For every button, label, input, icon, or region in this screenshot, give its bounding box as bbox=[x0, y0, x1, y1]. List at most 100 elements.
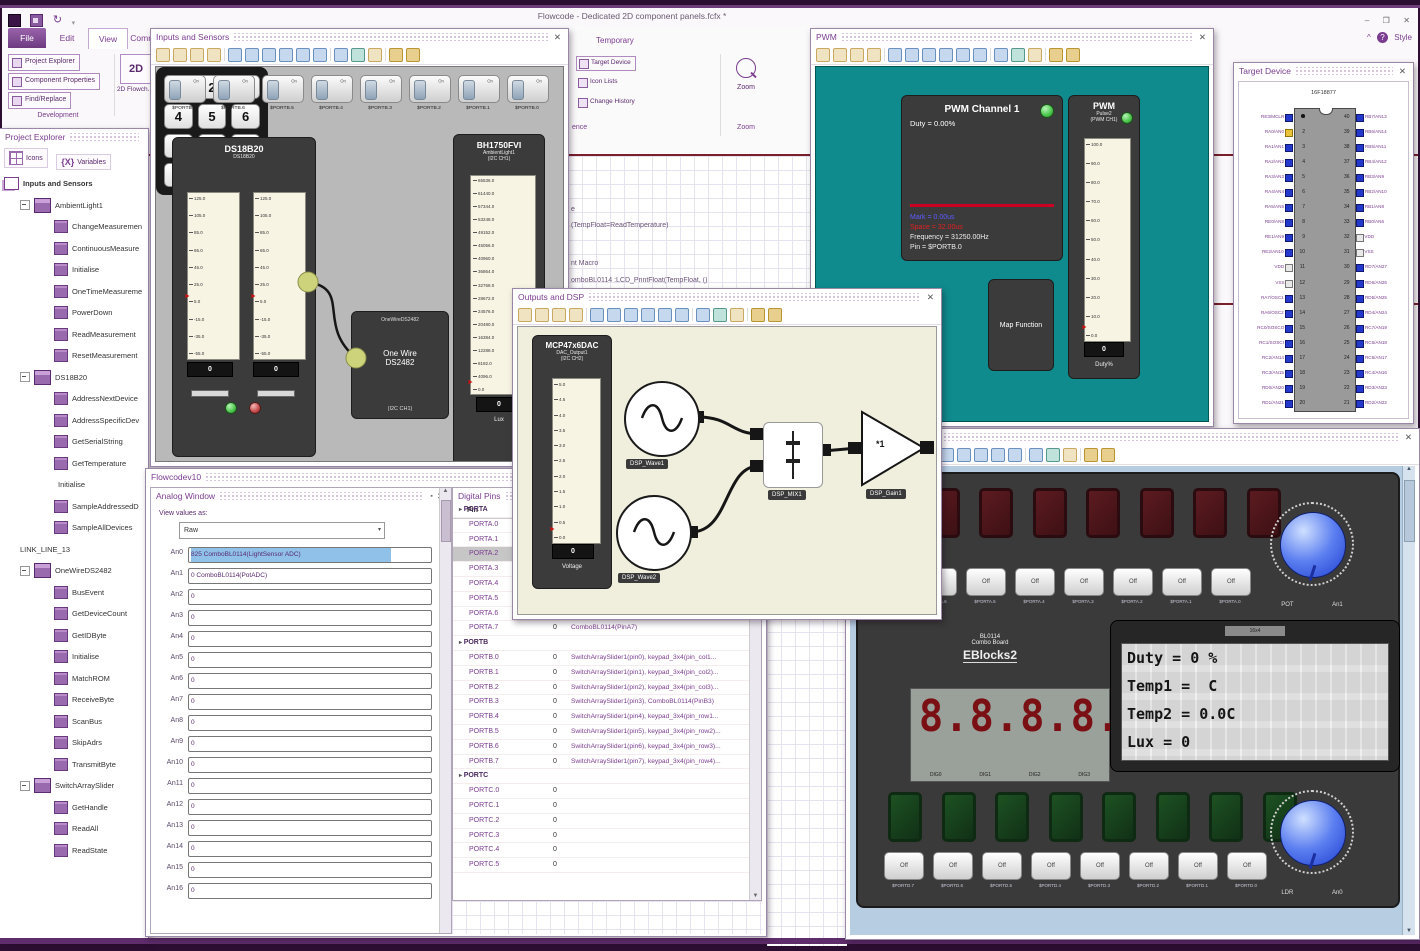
toggle-switch[interactable]: On bbox=[213, 75, 255, 103]
toolbar-icon[interactable] bbox=[228, 47, 242, 62]
board-button[interactable]: Off bbox=[1227, 852, 1267, 880]
tree-item[interactable]: ResetMeasurement bbox=[0, 345, 148, 367]
board-button[interactable]: Off bbox=[1031, 852, 1071, 880]
toolbar-icon[interactable] bbox=[833, 47, 847, 62]
toolbar-icon[interactable] bbox=[641, 307, 655, 322]
panel-titlebar[interactable]: Inputs and Sensors ✕ bbox=[151, 29, 568, 45]
digital-pin-row[interactable]: PORTC.1 0 bbox=[453, 799, 750, 814]
analog-value-field[interactable]: 0 bbox=[188, 673, 432, 689]
analog-value-field[interactable]: 0 bbox=[188, 841, 432, 857]
toolbar-icon[interactable] bbox=[974, 447, 988, 462]
analog-value-field[interactable]: 0 bbox=[188, 778, 432, 794]
analog-value-field[interactable]: 0 bbox=[188, 631, 432, 647]
toolbar-icon[interactable] bbox=[713, 307, 727, 322]
toolbar-icon[interactable] bbox=[586, 308, 587, 321]
analog-value-field[interactable]: 0 bbox=[188, 610, 432, 626]
panel-titlebar[interactable]: Analog Window ▪ ✕ bbox=[151, 488, 451, 504]
toolbar-icon[interactable] bbox=[1046, 447, 1060, 462]
digital-pin-row[interactable]: PORTC.4 0 bbox=[453, 843, 750, 859]
analog-value-field[interactable]: 0 bbox=[188, 652, 432, 668]
toolbar-icon[interactable] bbox=[990, 48, 991, 61]
toolbar-icon[interactable] bbox=[245, 47, 259, 62]
option-change-history[interactable]: Change History bbox=[576, 96, 639, 109]
toggle-switch[interactable]: On bbox=[409, 75, 451, 103]
digital-pin-row[interactable]: PORTB bbox=[453, 636, 750, 651]
pwm-channel-component[interactable]: PWM Channel 1 Duty = 0.00% Mark = 0.00us… bbox=[901, 95, 1063, 261]
tree-item[interactable]: ChangeMeasuremen bbox=[0, 216, 148, 238]
toolbar-icon[interactable] bbox=[1011, 47, 1025, 62]
toolbar-icon[interactable] bbox=[552, 307, 566, 322]
expand-icon[interactable] bbox=[20, 372, 30, 383]
analog-value-field[interactable]: 0 bbox=[188, 820, 432, 836]
toolbar-icon[interactable] bbox=[262, 47, 276, 62]
toolbar-icon[interactable] bbox=[1025, 448, 1026, 461]
tree-item[interactable]: Inputs and Sensors bbox=[0, 173, 148, 195]
map-function-component[interactable]: Map Function bbox=[988, 279, 1054, 371]
toolbar-icon[interactable] bbox=[607, 307, 621, 322]
toggle-switch[interactable]: On bbox=[458, 75, 500, 103]
tree-item[interactable]: SampleAllDevices bbox=[0, 517, 148, 539]
tree-item[interactable]: GetHandle bbox=[0, 797, 148, 819]
board-button[interactable]: Off bbox=[1211, 568, 1251, 596]
tree-item[interactable]: ContinuousMeasure bbox=[0, 238, 148, 260]
tree-item[interactable]: LINK_LINE_13 bbox=[0, 539, 148, 561]
tree-item[interactable]: AmbientLight1 bbox=[0, 195, 148, 217]
analog-value-field[interactable]: 0 bbox=[188, 862, 432, 878]
toolbar-icon[interactable] bbox=[940, 447, 954, 462]
tree-item[interactable]: AddressNextDevice bbox=[0, 388, 148, 410]
scrollbar-thumb[interactable] bbox=[1404, 480, 1415, 542]
onewire-ds2482-component[interactable]: OneWireDS2482 One Wire DS2482 (I2C CH1) bbox=[351, 311, 449, 419]
close-icon[interactable]: ✕ bbox=[1197, 32, 1208, 43]
tree-item[interactable]: SwitchArraySlider bbox=[0, 775, 148, 797]
tree-item[interactable]: GetSerialString bbox=[0, 431, 148, 453]
close-icon[interactable]: ✕ bbox=[1403, 16, 1410, 25]
toolbar-icon[interactable] bbox=[406, 47, 420, 62]
panel-titlebar[interactable]: Project Explorer bbox=[0, 129, 148, 145]
project-explorer-button[interactable]: Project Explorer bbox=[8, 54, 80, 71]
analog-value-field[interactable]: 0 bbox=[188, 799, 432, 815]
inputs-canvas[interactable]: On $PORTB.7 On $PORTB.6 On $PORTB.5 On $… bbox=[155, 66, 564, 462]
digital-pin-row[interactable]: PORTB.1 0 SwitchArraySlider1(pin1), keyp… bbox=[453, 666, 750, 681]
board-button[interactable]: Off bbox=[933, 852, 973, 880]
tree-item[interactable]: Initialise bbox=[0, 259, 148, 281]
toolbar-icon[interactable] bbox=[816, 47, 830, 62]
tab-variables[interactable]: {X} Variables bbox=[56, 154, 111, 170]
toggle-switch[interactable]: On bbox=[262, 75, 304, 103]
tree-item[interactable]: Initialise bbox=[0, 646, 148, 668]
close-icon[interactable]: ✕ bbox=[552, 32, 563, 43]
board-button[interactable]: Off bbox=[1113, 568, 1153, 596]
digital-pin-row[interactable]: PORTC.5 0 bbox=[453, 858, 750, 873]
toolbar-icon[interactable] bbox=[658, 307, 672, 322]
toolbar-icon[interactable] bbox=[994, 47, 1008, 62]
dsp-mixer-component[interactable] bbox=[763, 422, 823, 488]
board-button[interactable]: Off bbox=[1178, 852, 1218, 880]
toolbar-icon[interactable] bbox=[313, 47, 327, 62]
view-values-dropdown[interactable]: Raw ▾ bbox=[179, 522, 385, 539]
digital-pin-row[interactable]: PORTB.7 0 SwitchArraySlider1(pin7), keyp… bbox=[453, 755, 750, 770]
panel-titlebar[interactable]: Outputs and DSP ✕ bbox=[513, 289, 941, 305]
tree-item[interactable]: ReadState bbox=[0, 840, 148, 862]
toolbar-icon[interactable] bbox=[730, 307, 744, 322]
toolbar-icon[interactable] bbox=[173, 47, 187, 62]
digital-pin-row[interactable]: PORTC.0 0 bbox=[453, 784, 750, 799]
toolbar-icon[interactable] bbox=[905, 47, 919, 62]
option-target-device[interactable]: Target Device bbox=[576, 56, 636, 71]
pot-knob[interactable] bbox=[1280, 512, 1346, 578]
pwm-slider-component[interactable]: PWM Pulse2 (PWM CH1) 100.0 90.0 80.0 70.0 60… bbox=[1068, 95, 1140, 379]
toolbar-icon[interactable] bbox=[351, 47, 365, 62]
toolbar-icon[interactable] bbox=[535, 307, 549, 322]
dsp-wave2-component[interactable] bbox=[616, 495, 692, 571]
board-button[interactable]: Off bbox=[1015, 568, 1055, 596]
tab-view[interactable]: View bbox=[88, 28, 128, 49]
toolbar-icon[interactable] bbox=[569, 307, 583, 322]
toolbar-icon[interactable] bbox=[956, 47, 970, 62]
close-icon[interactable]: ✕ bbox=[1403, 432, 1414, 443]
zoom-icon[interactable] bbox=[736, 58, 756, 78]
ds18b20-component[interactable]: DS18B20 DS18B20 125.0 105.0 85.0 65.0 45.0 25… bbox=[172, 137, 316, 457]
toolbar-icon[interactable] bbox=[279, 47, 293, 62]
expand-icon[interactable] bbox=[20, 780, 30, 791]
tree-item[interactable]: Initialise bbox=[0, 474, 148, 496]
digital-pin-row[interactable]: PORTB.5 0 SwitchArraySlider1(pin5), keyp… bbox=[453, 725, 750, 740]
toolbar-icon[interactable] bbox=[590, 307, 604, 322]
tree-item[interactable]: OneTimeMeasureme bbox=[0, 281, 148, 303]
